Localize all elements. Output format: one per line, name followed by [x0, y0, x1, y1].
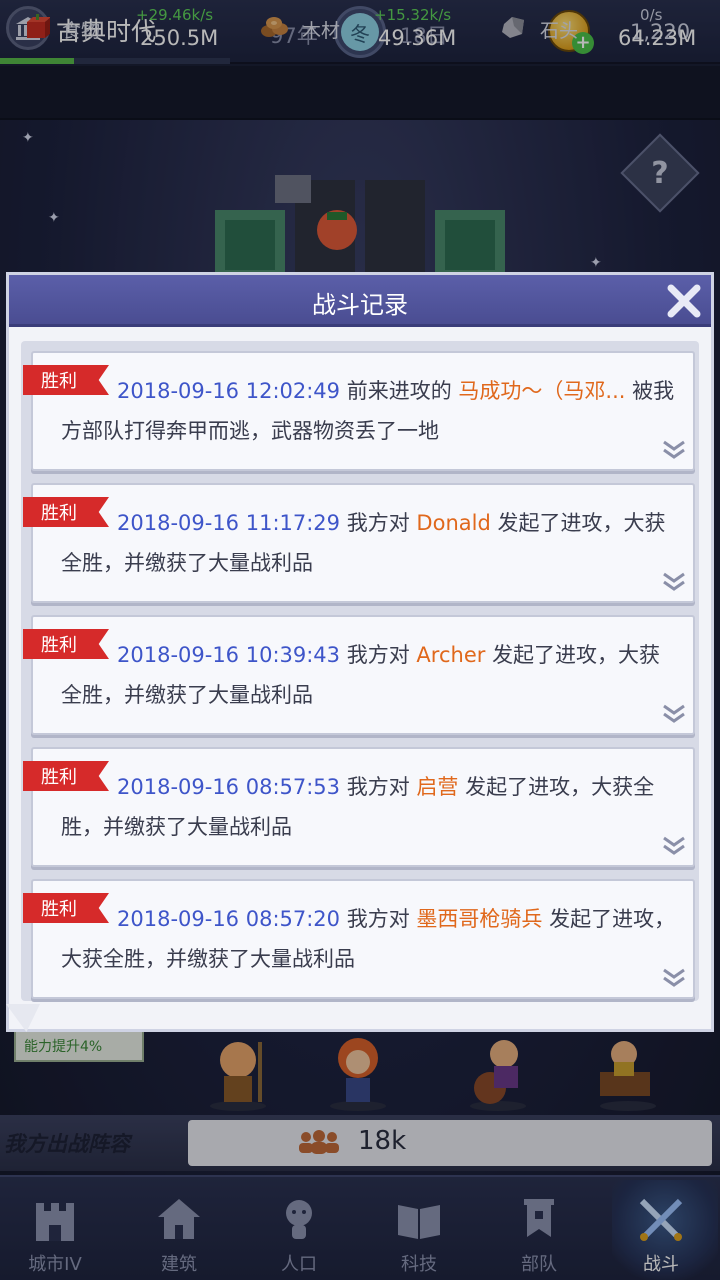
expand-button[interactable]: [661, 701, 687, 727]
entry-prefix: 我方对: [346, 643, 410, 667]
entry-text: 2018-09-16 08:57:20 我方对 墨西哥枪骑兵 发起了进攻，大获全…: [61, 899, 681, 979]
enemy-name[interactable]: Donald: [416, 511, 490, 535]
entry-text: 2018-09-16 08:57:53 我方对 启营 发起了进攻，大获全胜，并缴…: [61, 767, 681, 847]
chevron-double-down-icon: [663, 704, 685, 723]
chevron-double-down-icon: [663, 968, 685, 987]
entry-prefix: 前来进攻的: [346, 379, 452, 403]
expand-button[interactable]: [661, 965, 687, 991]
enemy-name[interactable]: 马成功～（马邓...: [458, 379, 625, 403]
battle-log-list[interactable]: 胜利 2018-09-16 12:02:49 前来进攻的 马成功～（马邓... …: [21, 341, 699, 1001]
chevron-double-down-icon: [663, 440, 685, 459]
battle-log-modal: 战斗记录 胜利 2018-09-16 12:02:49 前来进攻的 马成功～（马…: [6, 272, 714, 1032]
entry-text: 2018-09-16 10:39:43 我方对 Archer 发起了进攻，大获全…: [61, 635, 681, 715]
entry-timestamp: 2018-09-16 12:02:49: [117, 379, 341, 403]
chevron-double-down-icon: [663, 572, 685, 591]
entry-timestamp: 2018-09-16 08:57:53: [117, 775, 341, 799]
battle-log-entry[interactable]: 胜利 2018-09-16 08:57:20 我方对 墨西哥枪骑兵 发起了进攻，…: [23, 879, 695, 999]
close-button[interactable]: [664, 281, 704, 321]
chevron-double-down-icon: [663, 836, 685, 855]
entry-prefix: 我方对: [346, 907, 410, 931]
entry-prefix: 我方对: [346, 775, 410, 799]
entry-timestamp: 2018-09-16 10:39:43: [117, 643, 341, 667]
entry-timestamp: 2018-09-16 11:17:29: [117, 511, 341, 535]
battle-log-entry[interactable]: 胜利 2018-09-16 11:17:29 我方对 Donald 发起了进攻，…: [23, 483, 695, 603]
expand-button[interactable]: [661, 569, 687, 595]
entry-text: 2018-09-16 12:02:49 前来进攻的 马成功～（马邓... 被我方…: [61, 371, 681, 451]
battle-log-entry[interactable]: 胜利 2018-09-16 12:02:49 前来进攻的 马成功～（马邓... …: [23, 351, 695, 471]
entry-timestamp: 2018-09-16 08:57:20: [117, 907, 341, 931]
modal-title: 战斗记录: [312, 291, 408, 319]
expand-button[interactable]: [661, 833, 687, 859]
battle-log-entry[interactable]: 胜利 2018-09-16 10:39:43 我方对 Archer 发起了进攻，…: [23, 615, 695, 735]
close-icon: [667, 284, 701, 318]
modal-header: 战斗记录: [9, 275, 711, 327]
entry-text: 2018-09-16 11:17:29 我方对 Donald 发起了进攻，大获全…: [61, 503, 681, 583]
entry-prefix: 我方对: [346, 511, 410, 535]
enemy-name[interactable]: 墨西哥枪骑兵: [416, 907, 542, 931]
enemy-name[interactable]: Archer: [416, 643, 485, 667]
battle-log-entry[interactable]: 胜利 2018-09-16 08:57:53 我方对 启营 发起了进攻，大获全胜…: [23, 747, 695, 867]
enemy-name[interactable]: 启营: [416, 775, 458, 799]
expand-button[interactable]: [661, 437, 687, 463]
